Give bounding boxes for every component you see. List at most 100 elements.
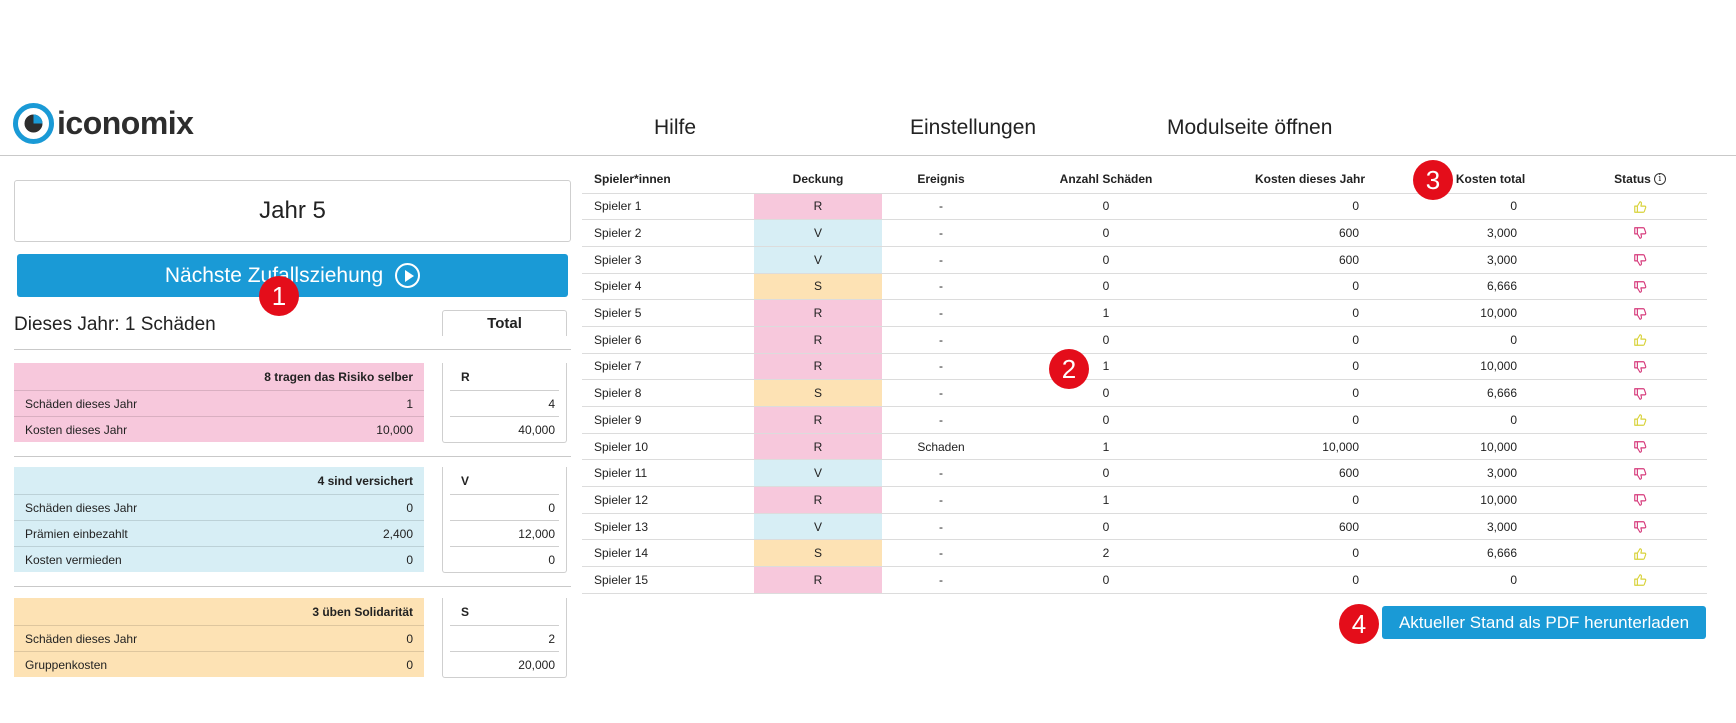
group-row: Schäden dieses Jahr 0: [14, 494, 424, 520]
status-cell: [1573, 566, 1707, 594]
cost-year-cell: 0: [1212, 325, 1408, 354]
thumbs-down-icon: [1633, 359, 1647, 373]
table-row: Spieler 11 V -0 600 3,000: [582, 459, 1707, 487]
damage-count-cell: 0: [1000, 406, 1212, 434]
row-label: Schäden dieses Jahr: [25, 396, 138, 411]
total-value: 12,000: [450, 520, 559, 546]
damage-count-cell: 0: [1000, 566, 1212, 594]
group-row: Schäden dieses Jahr 1: [14, 390, 424, 416]
annotation-badge-2: 2: [1049, 349, 1089, 389]
table-body: Spieler 1 R -0 0 0 Spieler 2 V -0 600 3,000 Spiele…: [582, 192, 1707, 594]
cost-total-cell: 6,666: [1408, 272, 1573, 300]
status-cell: [1573, 219, 1707, 247]
group-solidarity: 3 üben Solidarität Schäden dieses Jahr 0…: [14, 598, 424, 677]
row-label: Kosten vermieden: [25, 552, 122, 567]
row-label: Prämien einbezahlt: [25, 526, 128, 541]
cost-total-cell: 10,000: [1408, 432, 1573, 460]
damage-count-cell: 1: [1000, 432, 1212, 460]
table-row: Spieler 14 S -2 0 6,666: [582, 539, 1707, 567]
cost-total-cell: 3,000: [1408, 245, 1573, 274]
header-anzahl: Anzahl Schäden: [1059, 172, 1153, 187]
iconomix-logo[interactable]: iconomix: [13, 101, 194, 145]
header-players: Spieler*innen: [594, 172, 671, 187]
damage-count-cell: 0: [1000, 459, 1212, 487]
event-cell: Schaden: [882, 432, 1000, 460]
thumbs-up-icon: [1633, 332, 1647, 347]
download-pdf-button[interactable]: Aktueller Stand als PDF herunterladen: [1382, 606, 1706, 639]
row-value: 10,000: [376, 422, 413, 437]
group-title: 3 üben Solidarität: [312, 604, 413, 619]
coverage-cell: S: [754, 539, 882, 567]
status-cell: [1573, 272, 1707, 300]
event-cell: -: [882, 459, 1000, 487]
cost-total-cell: 0: [1408, 566, 1573, 594]
total-value: 40,000: [450, 416, 559, 442]
cost-year-cell: 0: [1212, 379, 1408, 407]
coverage-cell: R: [754, 486, 882, 514]
cost-total-cell: 3,000: [1408, 219, 1573, 247]
coverage-cell: R: [754, 299, 882, 327]
status-cell: [1573, 432, 1707, 460]
table-row: Spieler 2 V -0 600 3,000: [582, 219, 1707, 247]
player-name: Spieler 5: [582, 299, 754, 327]
row-value: 0: [406, 500, 413, 515]
header-status: Status i: [1573, 166, 1707, 193]
table-row: Spieler 1R-000: [582, 192, 1707, 220]
coverage-cell: V: [754, 219, 882, 247]
status-cell: [1573, 512, 1707, 540]
status-cell: [1573, 352, 1707, 380]
player-name: Spieler 10: [582, 432, 754, 460]
this-year-summary: Dieses Jahr: 1 Schäden: [14, 314, 216, 335]
cost-year-cell: 0: [1212, 486, 1408, 514]
event-cell: -: [882, 299, 1000, 327]
damage-count-cell: 1: [1000, 352, 1212, 380]
status-cell: [1573, 406, 1707, 434]
row-value: 0: [406, 552, 413, 567]
row-value: 1: [406, 396, 413, 411]
player-name: Spieler 6: [582, 325, 754, 354]
damage-count-cell: 0: [1000, 512, 1212, 540]
group-row: Kosten vermieden 0: [14, 546, 424, 572]
group-title: 8 tragen das Risiko selber: [264, 369, 413, 384]
event-cell: -: [882, 379, 1000, 407]
coverage-cell: V: [754, 245, 882, 274]
coverage-cell: R: [754, 325, 882, 354]
thumbs-up-icon: [1633, 412, 1647, 427]
table-row: Spieler 10 R Schaden 1 10,000 10,000: [582, 432, 1707, 460]
thumbs-down-icon: [1633, 226, 1647, 240]
damage-count-cell: 0: [1000, 245, 1212, 274]
nav-hilfe[interactable]: Hilfe: [654, 116, 696, 140]
player-name: Spieler 1: [582, 192, 754, 220]
thumbs-up-icon: [1633, 573, 1647, 587]
damage-count-cell: 0: [1000, 192, 1212, 220]
group-risk-self: 8 tragen das Risiko selber Schäden diese…: [14, 363, 424, 442]
table-row: Spieler 6R-000: [582, 325, 1707, 354]
cost-year-cell: 0: [1212, 352, 1408, 380]
coverage-cell: S: [754, 272, 882, 300]
row-label: Gruppenkosten: [25, 657, 108, 672]
player-name: Spieler 7: [582, 352, 754, 380]
header-deckung: Deckung: [792, 172, 844, 187]
total-value: 20,000: [450, 651, 559, 677]
table-header-row: Spieler*innen Deckung Ereignis Anzahl Sc…: [582, 166, 1707, 193]
cost-total-cell: 3,000: [1408, 459, 1573, 487]
divider: [14, 349, 571, 350]
cost-year-cell: 0: [1212, 299, 1408, 327]
nav-modulseite[interactable]: Modulseite öffnen: [1167, 116, 1332, 140]
coverage-cell: R: [754, 352, 882, 380]
total-value: 0: [450, 546, 559, 572]
year-display: Jahr 5: [14, 180, 571, 242]
event-cell: -: [882, 219, 1000, 247]
damage-count-cell: 0: [1000, 325, 1212, 354]
info-icon[interactable]: i: [1653, 173, 1666, 186]
event-cell: -: [882, 245, 1000, 274]
divider: [14, 456, 571, 457]
table-row: Spieler 9R-000: [582, 406, 1707, 434]
player-name: Spieler 9: [582, 406, 754, 434]
annotation-badge-4: 4: [1339, 604, 1379, 644]
row-label: Schäden dieses Jahr: [25, 500, 138, 515]
cost-year-cell: 0: [1212, 566, 1408, 594]
nav-einstellungen[interactable]: Einstellungen: [910, 116, 1036, 140]
event-cell: -: [882, 192, 1000, 220]
cost-year-cell: 0: [1212, 272, 1408, 300]
